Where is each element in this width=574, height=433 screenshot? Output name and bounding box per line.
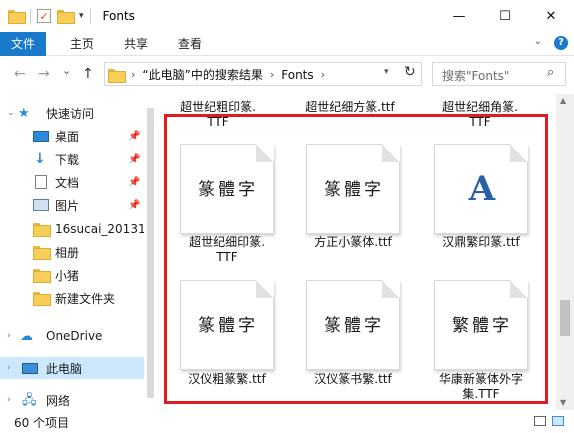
sidebar-item-label: 相册: [55, 245, 80, 260]
recent-locations-icon[interactable]: ⌄: [62, 64, 71, 77]
chevron-right-icon[interactable]: ›: [7, 395, 11, 405]
folder-icon: [8, 10, 26, 24]
sidebar-item-downloads[interactable]: ↓ 下载 📌: [0, 148, 144, 170]
sidebar-item-label: 网络: [46, 393, 71, 408]
status-bar: 60 个项目: [0, 410, 574, 433]
sidebar-item-label: 此电脑: [46, 361, 83, 376]
scroll-up-icon[interactable]: ▲: [560, 96, 566, 105]
sidebar-item-desktop[interactable]: 桌面 📌: [0, 125, 144, 147]
navigation-scrollbar[interactable]: [145, 94, 156, 410]
highlight-frame: [164, 114, 548, 404]
sidebar-item-onedrive[interactable]: › ☁ OneDrive: [0, 325, 144, 347]
sidebar-item-xiaozhu[interactable]: 小猪: [0, 264, 144, 286]
breadcrumb-separator-icon[interactable]: ›: [270, 68, 274, 81]
breadcrumb-fonts[interactable]: Fonts: [281, 68, 313, 82]
back-arrow-icon[interactable]: ←: [14, 66, 26, 82]
sidebar-item-label: 小猪: [55, 268, 80, 283]
tab-file[interactable]: 文件: [0, 32, 46, 56]
picture-icon: [33, 199, 49, 211]
star-icon: ★: [18, 105, 30, 121]
help-icon[interactable]: ?: [554, 36, 568, 50]
sidebar-item-label: 文档: [55, 175, 80, 190]
breadcrumb-separator-icon[interactable]: ›: [131, 68, 135, 81]
scrollbar-thumb[interactable]: [147, 108, 154, 398]
close-button[interactable]: ✕: [528, 0, 574, 32]
folder-icon: [108, 68, 126, 83]
search-placeholder: 搜索"Fonts": [442, 69, 510, 83]
sidebar-item-pictures[interactable]: 图片 📌: [0, 194, 144, 216]
chevron-right-icon[interactable]: ›: [7, 331, 11, 341]
details-view-icon[interactable]: [534, 416, 546, 426]
pin-icon: 📌: [128, 176, 141, 188]
maximize-button[interactable]: ☐: [482, 0, 528, 32]
sidebar-item-label: 图片: [55, 198, 80, 213]
pin-icon: 📌: [128, 153, 141, 165]
chevron-right-icon[interactable]: ›: [7, 363, 11, 373]
sidebar-item-documents[interactable]: 文档 📌: [0, 171, 144, 193]
breadcrumb-search-results[interactable]: “此电脑”中的搜索结果: [142, 66, 262, 83]
sidebar-item-label: 下载: [55, 152, 80, 167]
folder-icon: [33, 223, 51, 237]
large-icons-view-icon[interactable]: [552, 416, 564, 426]
folder-icon: [33, 269, 51, 283]
quick-access-toolbar: ✓ ▾: [0, 9, 91, 24]
file-name-line: 超世纪细角篆.: [442, 100, 518, 114]
sidebar-item-quick-access[interactable]: ⌄ ★ 快速访问: [0, 102, 144, 124]
breadcrumb-separator-icon[interactable]: ›: [321, 68, 325, 81]
content-scrollbar[interactable]: ▲ ▼: [556, 94, 574, 410]
folder-icon: [33, 246, 51, 260]
sidebar-item-label: 快速访问: [46, 106, 95, 121]
network-icon: 🖧: [22, 392, 37, 408]
window-title: Fonts: [102, 9, 135, 23]
search-icon[interactable]: ⌕: [547, 65, 554, 80]
address-dropdown-icon[interactable]: ▾: [384, 67, 389, 77]
folder-icon: [33, 292, 51, 306]
scrollbar-thumb[interactable]: [560, 300, 570, 336]
desktop-icon: [33, 130, 49, 142]
onedrive-icon: ☁: [20, 328, 33, 344]
tab-home[interactable]: 主页: [58, 32, 106, 56]
sidebar-item-album[interactable]: 相册: [0, 241, 144, 263]
download-icon: ↓: [34, 150, 46, 167]
file-name-line: 超世纪细方篆.ttf: [305, 100, 395, 114]
properties-icon[interactable]: ✓: [37, 9, 51, 23]
ribbon-controls: ⌄ ?: [534, 36, 568, 50]
sidebar-item-new-folder[interactable]: 新建文件夹: [0, 287, 144, 309]
sidebar-item-network[interactable]: › 🖧 网络: [0, 389, 144, 410]
expand-ribbon-icon[interactable]: ⌄: [534, 36, 542, 50]
sidebar-item-label: OneDrive: [46, 329, 103, 343]
pin-icon: 📌: [128, 130, 141, 142]
file-name-line: 超世纪粗印篆.: [180, 100, 256, 114]
forward-arrow-icon[interactable]: →: [38, 66, 50, 82]
item-count: 60 个项目: [14, 416, 70, 430]
customize-toolbar-icon[interactable]: ▾: [79, 11, 84, 21]
breadcrumb: › “此电脑”中的搜索结果 › Fonts ›: [108, 66, 325, 83]
sidebar-item-this-pc[interactable]: › 此电脑: [0, 357, 144, 379]
sidebar-item-label: 桌面: [55, 129, 80, 144]
up-arrow-icon[interactable]: ↑: [82, 66, 94, 82]
scroll-down-icon[interactable]: ▼: [560, 398, 566, 407]
new-folder-icon[interactable]: [57, 10, 75, 24]
pin-icon: 📌: [128, 199, 141, 211]
this-pc-icon: [22, 362, 38, 374]
ribbon-tabs: 文件 主页 共享 查看 ⌄ ?: [0, 32, 574, 56]
file-name[interactable]: 超世纪细方篆.ttf: [290, 100, 410, 115]
refresh-icon[interactable]: ↻: [404, 64, 416, 80]
divider: [89, 9, 91, 23]
sidebar-item-16sucai[interactable]: 16sucai_201310: [0, 218, 144, 240]
navigation-pane: ⌄ ★ 快速访问 桌面 📌 ↓ 下载 📌 文档 📌 图片 📌 16sucai_2…: [0, 94, 144, 410]
tab-view[interactable]: 查看: [166, 32, 214, 56]
minimize-button[interactable]: —: [436, 0, 482, 32]
sidebar-item-label: 新建文件夹: [55, 291, 116, 306]
title-bar: ✓ ▾ Fonts — ☐ ✕: [0, 0, 574, 32]
chevron-down-icon[interactable]: ⌄: [7, 108, 15, 118]
sidebar-item-label: 16sucai_201310: [55, 222, 144, 236]
tab-share[interactable]: 共享: [112, 32, 160, 56]
document-icon: [35, 175, 47, 189]
divider: [30, 9, 31, 23]
